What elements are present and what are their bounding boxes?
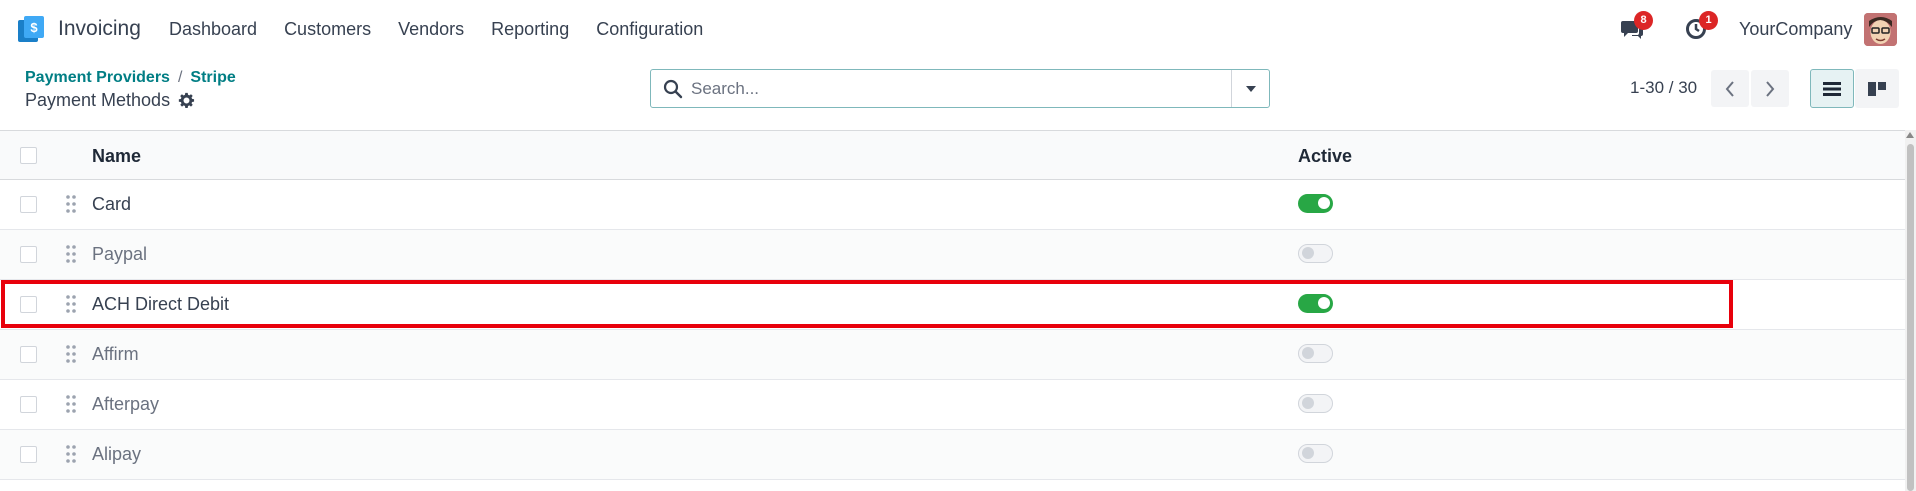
menu-item-reporting[interactable]: Reporting [491,19,569,40]
avatar[interactable] [1864,13,1897,46]
table-row[interactable]: Paypal [0,230,1905,280]
toggle-knob [1318,297,1330,309]
kanban-view-button[interactable] [1855,69,1899,108]
menu-item-customers[interactable]: Customers [284,19,371,40]
toggle-knob [1302,347,1314,359]
row-checkbox[interactable] [20,246,37,263]
drag-handle-icon[interactable] [65,294,77,314]
menu-item-vendors[interactable]: Vendors [398,19,464,40]
row-name[interactable]: ACH Direct Debit [92,294,229,315]
table-row[interactable]: ACH Direct Debit [0,280,1905,330]
breadcrumb-payment-providers[interactable]: Payment Providers [25,69,170,86]
scroll-up-arrow-icon[interactable] [1906,132,1914,138]
table-row[interactable]: Card [0,180,1905,230]
payment-methods-list: Name Active Card Paypal ACH Direct Debit [0,130,1905,480]
toggle-knob [1302,247,1314,259]
list-view-button[interactable] [1810,69,1854,108]
row-name[interactable]: Alipay [92,444,141,465]
user-avatar-icon [1864,13,1897,46]
page-title: Payment Methods [25,90,171,110]
messages-badge: 8 [1634,11,1653,30]
drag-handle-icon[interactable] [65,444,77,464]
search-options-toggle[interactable] [1231,70,1269,107]
company-switcher[interactable]: YourCompany [1739,19,1852,40]
table-row[interactable]: Alipay [0,430,1905,480]
column-header-active[interactable]: Active [1298,146,1352,167]
table-row[interactable]: Affirm [0,330,1905,380]
pager-previous-button[interactable] [1711,70,1749,107]
row-checkbox[interactable] [20,346,37,363]
scroll-thumb[interactable] [1907,144,1914,491]
row-checkbox[interactable] [20,296,37,313]
pager-next-button[interactable] [1751,70,1789,107]
drag-handle-icon[interactable] [65,244,77,264]
table-row[interactable]: Afterpay [0,380,1905,430]
search-input[interactable] [691,78,1231,99]
drag-handle-icon[interactable] [65,344,77,364]
main-menu: Dashboard Customers Vendors Reporting Co… [169,19,730,40]
list-scrollbar[interactable] [1905,130,1916,491]
svg-text:$: $ [30,20,38,35]
drag-handle-icon[interactable] [65,394,77,414]
caret-down-icon [1245,85,1256,92]
toggle-knob [1302,447,1314,459]
invoicing-app-icon[interactable]: $ [18,16,45,43]
menu-item-dashboard[interactable]: Dashboard [169,19,257,40]
breadcrumb-separator: / [177,69,183,86]
toggle-knob [1318,197,1330,209]
column-header-name[interactable]: Name [92,146,141,167]
active-toggle[interactable] [1298,194,1333,213]
breadcrumb: Payment Providers / Stripe [25,69,236,87]
toggle-knob [1302,397,1314,409]
top-navbar: $ Invoicing Dashboard Customers Vendors … [0,0,1916,58]
messages-button[interactable]: 8 [1620,11,1653,44]
pager-value[interactable]: 1-30 / 30 [1630,78,1697,98]
kanban-view-icon [1868,81,1886,96]
gear-icon[interactable] [178,92,195,109]
row-checkbox[interactable] [20,396,37,413]
app-name[interactable]: Invoicing [58,17,141,41]
breadcrumb-stripe[interactable]: Stripe [190,69,235,86]
drag-handle-icon[interactable] [65,194,77,214]
activities-button[interactable]: 1 [1685,11,1718,44]
row-name[interactable]: Afterpay [92,394,159,415]
chevron-left-icon [1725,80,1734,97]
active-toggle[interactable] [1298,344,1333,363]
active-toggle[interactable] [1298,294,1333,313]
row-name[interactable]: Card [92,194,131,215]
active-toggle[interactable] [1298,244,1333,263]
row-checkbox[interactable] [20,446,37,463]
list-header: Name Active [0,131,1905,180]
activities-badge: 1 [1699,11,1718,30]
row-name[interactable]: Paypal [92,244,147,265]
search-bar [650,69,1270,108]
list-view-icon [1823,81,1841,96]
menu-item-configuration[interactable]: Configuration [596,19,703,40]
select-all-checkbox[interactable] [20,147,37,164]
search-icon [663,79,683,98]
chevron-right-icon [1766,80,1775,97]
row-checkbox[interactable] [20,196,37,213]
row-name[interactable]: Affirm [92,344,139,365]
active-toggle[interactable] [1298,444,1333,463]
active-toggle[interactable] [1298,394,1333,413]
page-title-wrapper: Payment Methods [25,90,195,111]
